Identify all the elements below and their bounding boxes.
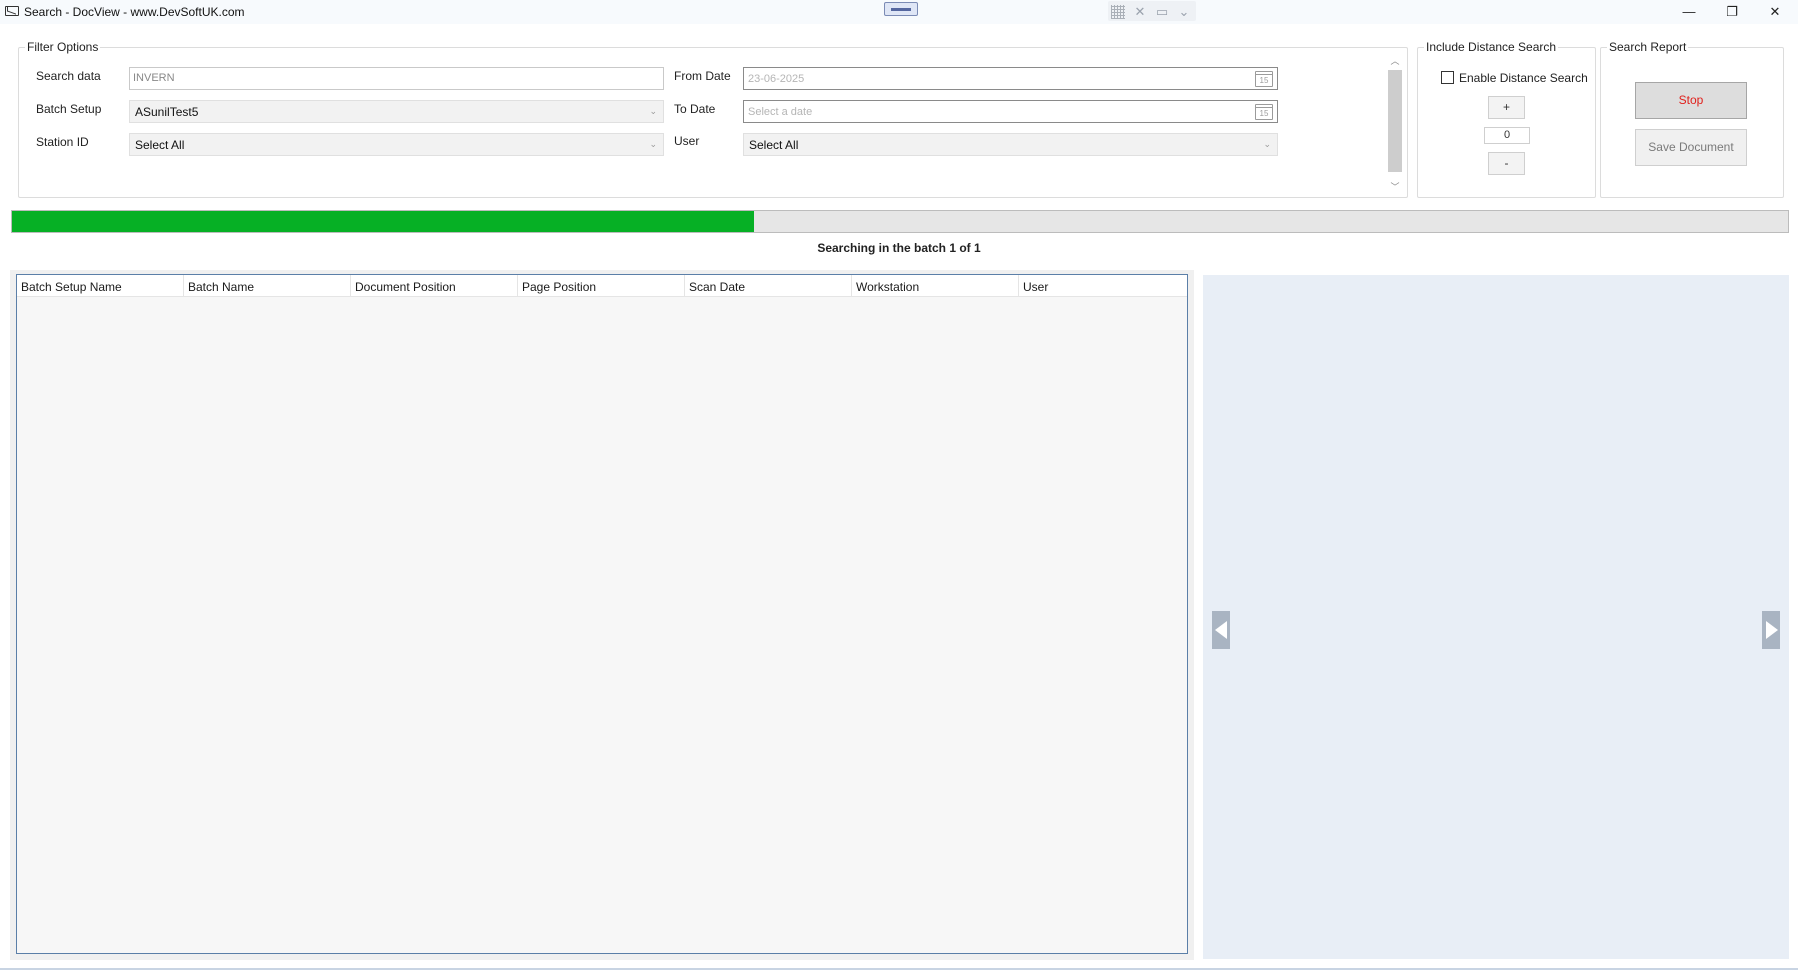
increment-button[interactable]: + [1488,96,1525,119]
maximize-button[interactable]: ❐ [1711,0,1753,24]
to-date-placeholder: Select a date [748,106,813,118]
station-id-select[interactable]: Select All ⌄ [129,133,664,156]
monitor-icon[interactable]: ▭ [1154,4,1170,20]
progress-fill [12,211,755,232]
filter-scrollbar[interactable]: ︿ ﹀ [1386,52,1404,196]
search-data-label: Search data [36,69,101,83]
window-bottom-border [0,968,1798,970]
from-date-label: From Date [674,69,731,83]
user-label: User [674,134,700,148]
search-status-text: Searching in the batch 1 of 1 [817,241,981,255]
column-header-workstation[interactable]: Workstation [852,275,1019,297]
chevron-down-icon[interactable]: ⌄ [1176,4,1192,20]
scroll-down-icon[interactable]: ﹀ [1386,180,1404,193]
search-report-group: Search Report [1600,40,1784,198]
column-header-document-position[interactable]: Document Position [351,275,518,297]
column-header-page-position[interactable]: Page Position [518,275,685,297]
search-report-legend: Search Report [1609,40,1687,54]
from-date-value: 23-06-2025 [748,73,805,85]
enable-distance-label: Enable Distance Search [1459,71,1588,85]
column-header-batch-setup-name[interactable]: Batch Setup Name [17,275,184,297]
app-icon [5,6,19,16]
results-panel: Batch Setup Name Batch Name Document Pos… [10,270,1194,960]
window-title: Search - DocView - www.DevSoftUK.com [24,5,245,19]
title-bar: Search - DocView - www.DevSoftUK.com ✕ ▭… [0,0,1798,24]
stop-button[interactable]: Stop [1635,82,1747,119]
batch-setup-value: ASunilTest5 [135,105,199,119]
filter-options-legend: Filter Options [27,40,99,54]
station-id-value: Select All [135,138,185,152]
search-data-input[interactable]: INVERN [129,67,664,90]
batch-setup-label: Batch Setup [36,102,102,116]
grid-icon[interactable] [1110,4,1126,20]
grid-header-row: Batch Setup Name Batch Name Document Pos… [17,275,1187,297]
batch-setup-select[interactable]: ASunilTest5 ⌄ [129,100,664,123]
next-arrow-icon[interactable] [1762,611,1780,649]
scroll-up-icon[interactable]: ︿ [1386,54,1404,67]
enable-distance-checkbox[interactable] [1441,71,1454,84]
calendar-icon[interactable]: 15 [1255,71,1273,87]
distance-search-legend: Include Distance Search [1426,40,1557,54]
remote-toolbar: ✕ ▭ ⌄ [1108,1,1196,21]
drag-handle-icon[interactable] [884,2,918,16]
user-select[interactable]: Select All ⌄ [743,133,1278,156]
save-document-button[interactable]: Save Document [1635,129,1747,166]
chevron-down-icon: ⌄ [649,139,657,149]
from-date-picker[interactable]: 23-06-2025 15 [743,67,1278,90]
decrement-button[interactable]: - [1488,152,1525,175]
minimize-button[interactable]: — [1668,0,1710,24]
column-header-batch-name[interactable]: Batch Name [184,275,351,297]
station-id-label: Station ID [36,135,89,149]
to-date-picker[interactable]: Select a date 15 [743,100,1278,123]
chevron-down-icon: ⌄ [649,106,657,116]
user-value: Select All [749,138,799,152]
distance-value-field[interactable]: 0 [1484,127,1530,144]
column-header-scan-date[interactable]: Scan Date [685,275,852,297]
to-date-label: To Date [674,102,716,116]
scroll-thumb[interactable] [1388,70,1402,172]
results-grid[interactable]: Batch Setup Name Batch Name Document Pos… [16,274,1188,954]
search-progress-bar [11,210,1789,233]
calendar-icon[interactable]: 15 [1255,104,1273,120]
close-button[interactable]: ✕ [1754,0,1796,24]
previous-arrow-icon[interactable] [1212,611,1230,649]
chevron-down-icon: ⌄ [1263,139,1271,149]
document-preview-panel [1203,275,1789,959]
column-header-user[interactable]: User [1019,275,1187,297]
fullscreen-icon[interactable]: ✕ [1132,4,1148,20]
